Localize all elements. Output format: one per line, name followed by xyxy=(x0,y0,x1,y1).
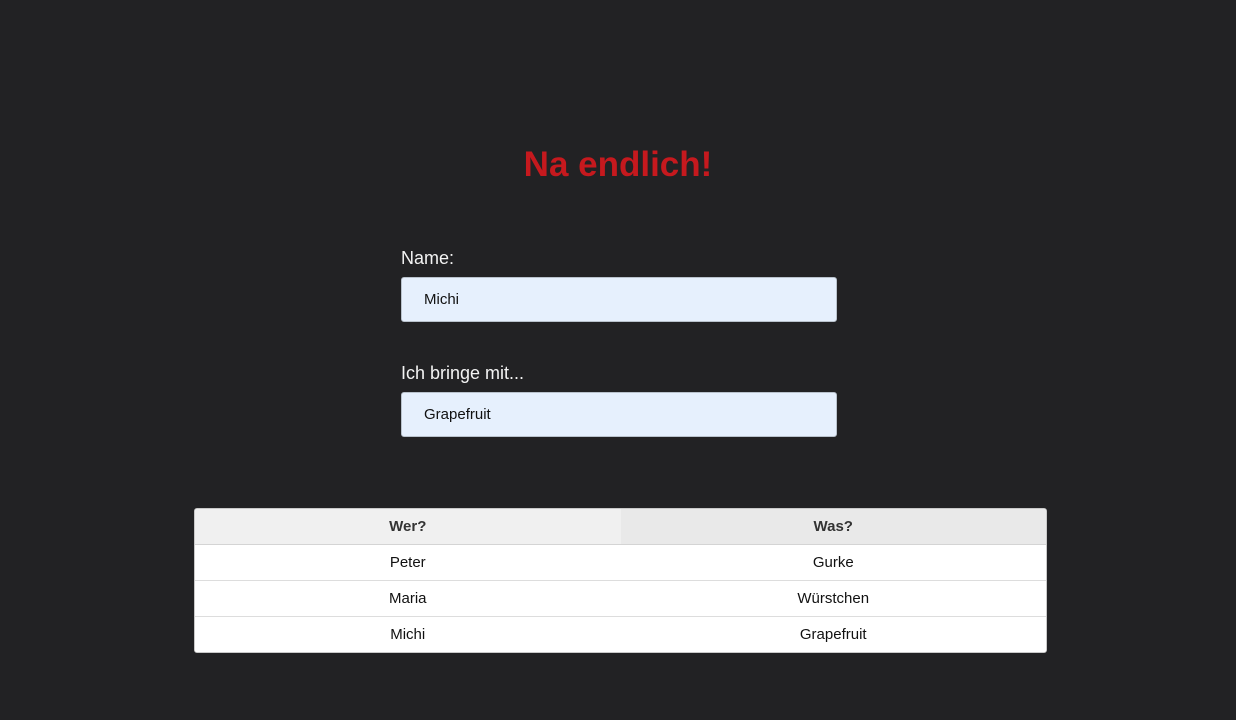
table-cell-wer: Michi xyxy=(195,616,621,652)
contributions-table-grid: Wer? Was? Peter Gurke Maria Würstchen Mi… xyxy=(195,509,1046,652)
table-header-row: Wer? Was? xyxy=(195,509,1046,545)
contributions-table: Wer? Was? Peter Gurke Maria Würstchen Mi… xyxy=(194,508,1047,653)
table-cell-wer: Maria xyxy=(195,580,621,617)
table-row: Peter Gurke xyxy=(195,544,1046,581)
item-label: Ich bringe mit... xyxy=(401,363,525,383)
field-spacer xyxy=(401,322,837,361)
table-cell-wer: Peter xyxy=(195,544,621,581)
column-header-wer: Wer? xyxy=(195,509,621,545)
page-title: Na endlich! xyxy=(523,145,713,184)
table-cell-was: Grapefruit xyxy=(620,616,1046,652)
name-input[interactable] xyxy=(401,277,837,322)
table-row: Michi Grapefruit xyxy=(195,616,1046,652)
table-row: Maria Würstchen xyxy=(195,580,1046,617)
column-header-was: Was? xyxy=(620,509,1046,545)
table-cell-was: Würstchen xyxy=(620,580,1046,617)
signup-form: Name: Ich bringe mit... xyxy=(401,246,837,437)
item-input[interactable] xyxy=(401,392,837,437)
table-cell-was: Gurke xyxy=(620,544,1046,581)
name-label: Name: xyxy=(401,248,455,268)
